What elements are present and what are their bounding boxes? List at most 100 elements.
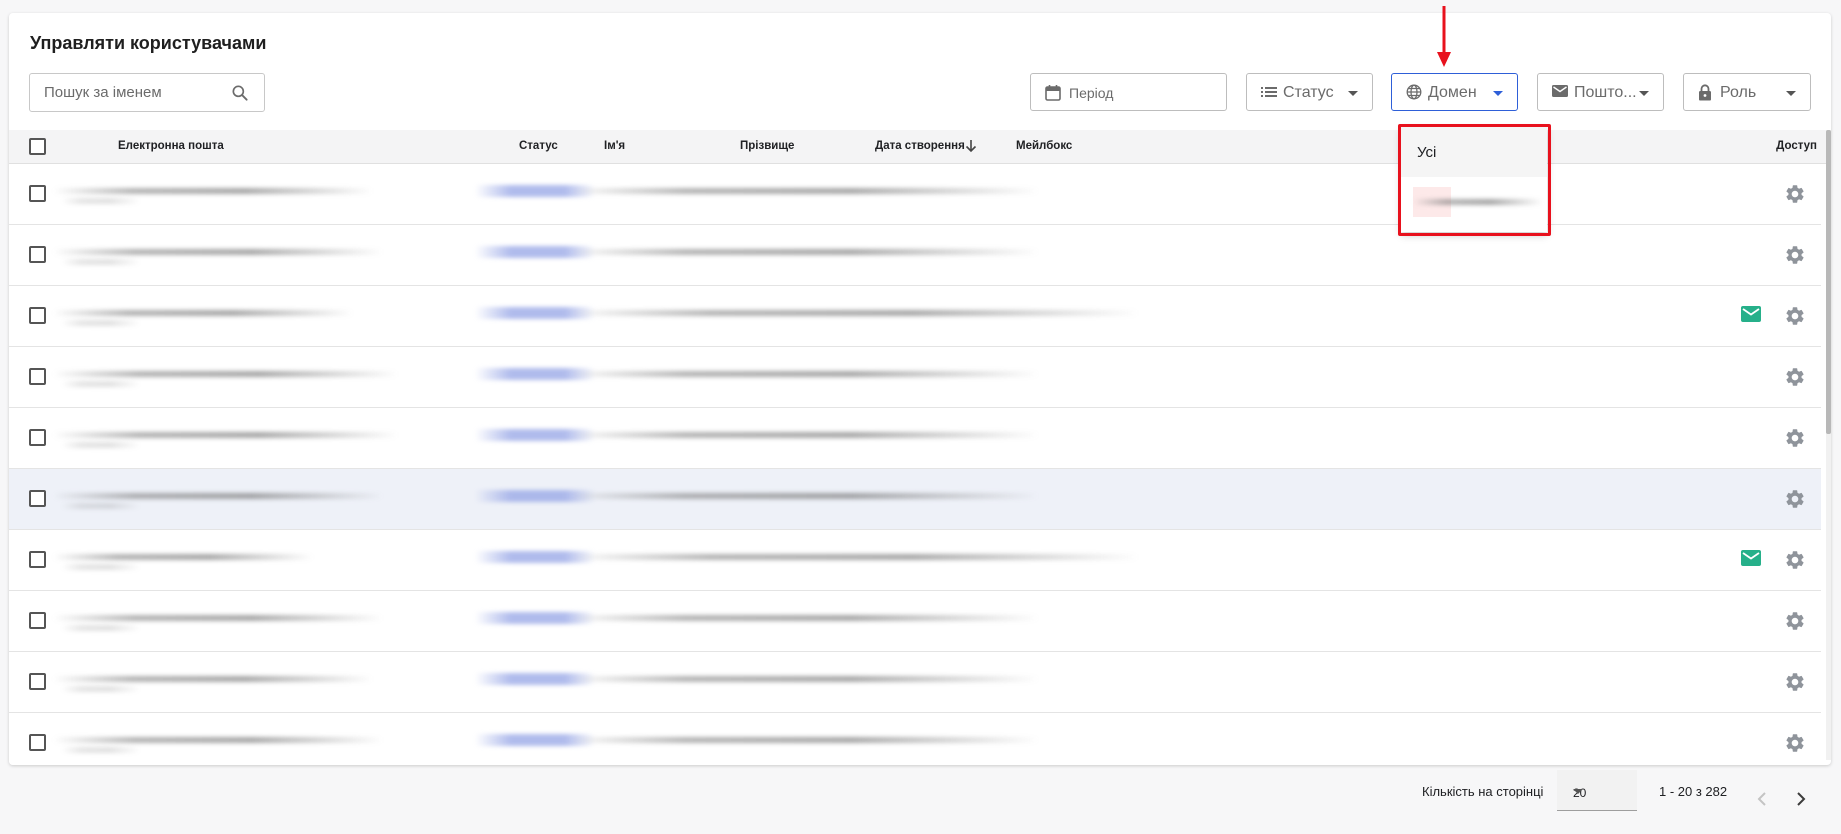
- column-email[interactable]: Електронна пошта: [118, 140, 224, 152]
- email-cell-redacted: [61, 198, 141, 204]
- email-cell-redacted: [61, 503, 141, 509]
- mailbox-icon: [1741, 306, 1761, 327]
- gear-icon[interactable]: [1784, 549, 1806, 576]
- email-cell-redacted: [53, 188, 373, 194]
- row-data-redacted: [569, 615, 1039, 621]
- email-cell-redacted: [53, 249, 383, 255]
- email-cell-redacted: [53, 676, 373, 682]
- email-cell-redacted: [61, 747, 141, 753]
- row-checkbox[interactable]: [29, 246, 46, 263]
- period-filter-label: Період: [1069, 85, 1114, 101]
- domain-filter[interactable]: Домен: [1391, 73, 1518, 111]
- email-cell-redacted: [53, 371, 398, 377]
- email-cell-redacted: [61, 259, 141, 265]
- row-checkbox[interactable]: [29, 185, 46, 202]
- domain-option[interactable]: [1401, 177, 1547, 227]
- domain-option-all-label: Усі: [1417, 144, 1437, 161]
- table-row[interactable]: [9, 225, 1821, 286]
- table-header: Електронна пошта Статус Ім'я Прізвище Да…: [9, 130, 1831, 164]
- email-cell-redacted: [61, 625, 141, 631]
- gear-icon[interactable]: [1784, 610, 1806, 637]
- next-page-icon[interactable]: [1795, 791, 1807, 812]
- email-cell-redacted: [53, 432, 398, 438]
- gear-icon[interactable]: [1784, 305, 1806, 332]
- table-row[interactable]: [9, 530, 1821, 591]
- row-checkbox[interactable]: [29, 429, 46, 446]
- column-status[interactable]: Статус: [519, 140, 558, 152]
- table-row[interactable]: [9, 408, 1821, 469]
- select-all-checkbox[interactable]: [29, 138, 46, 155]
- role-filter[interactable]: Роль: [1683, 73, 1811, 111]
- pagination-range: 1 - 20 з 282: [1659, 784, 1728, 799]
- chevron-down-icon: [1573, 789, 1583, 794]
- row-checkbox[interactable]: [29, 490, 46, 507]
- column-access: Доступ: [1776, 140, 1817, 152]
- column-first-name[interactable]: Ім'я: [604, 140, 625, 152]
- table-scrollbar[interactable]: [1826, 130, 1831, 760]
- domain-filter-label: Домен: [1428, 84, 1477, 101]
- row-checkbox[interactable]: [29, 612, 46, 629]
- row-data-redacted: [569, 249, 1039, 255]
- row-data-redacted: [569, 493, 1039, 499]
- redacted-text: [1413, 199, 1543, 205]
- row-data-redacted: [569, 554, 1139, 560]
- email-cell-redacted: [53, 615, 383, 621]
- column-created[interactable]: Дата створення: [875, 140, 965, 152]
- table-row[interactable]: [9, 286, 1821, 347]
- email-cell-redacted: [53, 554, 313, 560]
- row-data-redacted: [569, 188, 1039, 194]
- row-checkbox[interactable]: [29, 307, 46, 324]
- email-cell-redacted: [61, 686, 141, 692]
- gear-icon[interactable]: [1784, 244, 1806, 271]
- per-page-label: Кількість на сторінці: [1422, 784, 1544, 799]
- column-last-name[interactable]: Прізвище: [740, 140, 794, 152]
- row-data-redacted: [569, 310, 1139, 316]
- row-data-redacted: [569, 371, 1039, 377]
- chevron-down-icon: [1786, 91, 1796, 96]
- scrollbar-thumb[interactable]: [1826, 130, 1831, 434]
- chevron-down-icon: [1493, 91, 1503, 96]
- domain-option-all[interactable]: Усі: [1401, 127, 1547, 177]
- previous-page-icon[interactable]: [1756, 791, 1768, 812]
- email-cell-redacted: [61, 442, 141, 448]
- chevron-down-icon: [1639, 91, 1649, 96]
- table-row[interactable]: [9, 347, 1821, 408]
- gear-icon[interactable]: [1784, 488, 1806, 515]
- gear-icon[interactable]: [1784, 366, 1806, 393]
- table-row[interactable]: [9, 652, 1821, 713]
- globe-icon: [1406, 84, 1422, 105]
- table-row[interactable]: [9, 164, 1821, 225]
- row-checkbox[interactable]: [29, 734, 46, 751]
- annotation-arrow-icon: [1436, 4, 1452, 73]
- period-filter[interactable]: Період: [1030, 73, 1227, 111]
- gear-icon[interactable]: [1784, 671, 1806, 698]
- row-checkbox[interactable]: [29, 551, 46, 568]
- column-mailbox[interactable]: Мейлбокс: [1016, 140, 1072, 152]
- table-row[interactable]: [9, 469, 1821, 530]
- row-data-redacted: [569, 676, 1039, 682]
- gear-icon[interactable]: [1784, 183, 1806, 210]
- list-icon: [1261, 84, 1277, 105]
- role-filter-label: Роль: [1720, 84, 1757, 101]
- mailbox-icon: [1741, 550, 1761, 571]
- per-page-select[interactable]: 20: [1557, 770, 1637, 811]
- email-cell-redacted: [61, 320, 141, 326]
- row-checkbox[interactable]: [29, 673, 46, 690]
- chevron-down-icon: [1348, 91, 1358, 96]
- row-checkbox[interactable]: [29, 368, 46, 385]
- gear-icon[interactable]: [1784, 427, 1806, 454]
- table-row[interactable]: [9, 591, 1821, 652]
- email-cell-redacted: [53, 493, 383, 499]
- table-row[interactable]: [9, 713, 1821, 765]
- arrow-down-icon[interactable]: [965, 139, 977, 158]
- email-cell-redacted: [53, 737, 383, 743]
- mailbox-filter[interactable]: Пошто...: [1537, 73, 1664, 111]
- email-cell-redacted: [61, 381, 141, 387]
- gear-icon[interactable]: [1784, 732, 1806, 759]
- search-icon[interactable]: [230, 83, 250, 108]
- email-cell-redacted: [61, 564, 141, 570]
- status-filter[interactable]: Статус: [1246, 73, 1373, 111]
- users-card: Управляти користувачами Пошук за іменем …: [9, 13, 1831, 765]
- calendar-icon: [1045, 84, 1061, 106]
- search-input[interactable]: Пошук за іменем: [29, 73, 265, 112]
